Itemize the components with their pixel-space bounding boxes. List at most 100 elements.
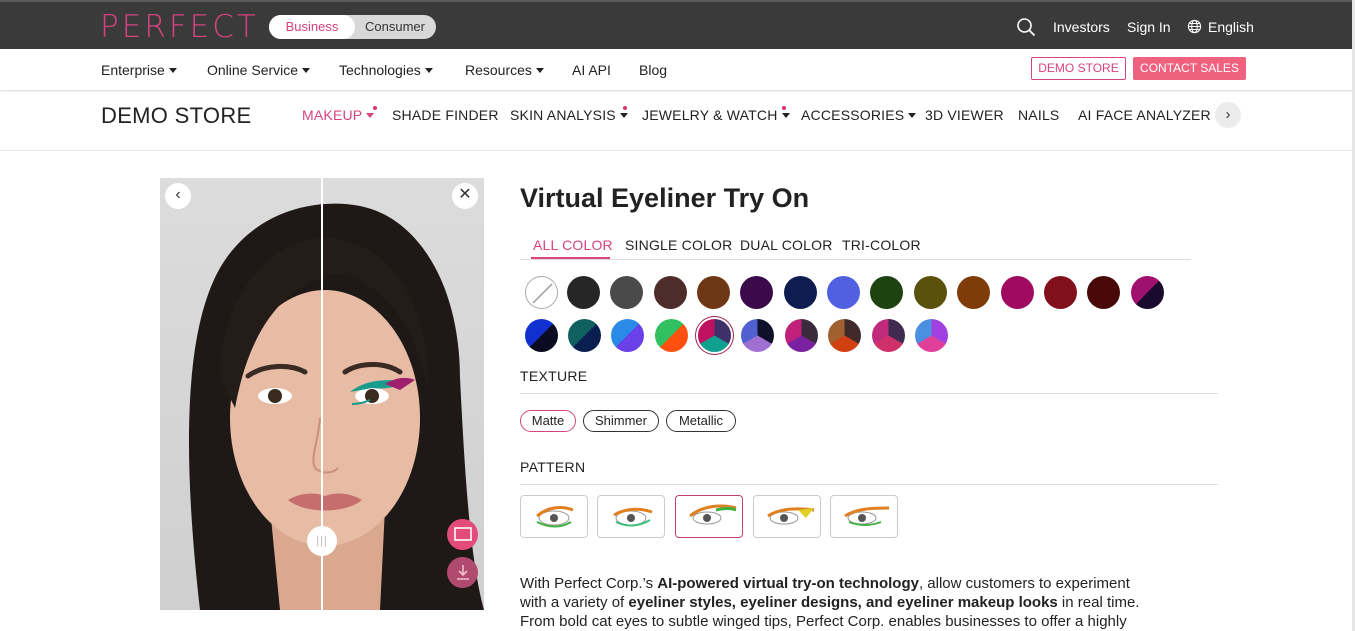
texture-matte[interactable]: Matte (520, 410, 576, 432)
tri-color-swatch[interactable] (828, 319, 861, 352)
tab-makeup[interactable]: MAKEUP (302, 107, 375, 123)
color-swatch[interactable] (740, 276, 773, 309)
back-button[interactable]: ‹ (165, 183, 191, 209)
color-swatch[interactable] (1044, 276, 1077, 309)
nav-blog[interactable]: Blog (639, 62, 667, 78)
nav-enterprise-label: Enterprise (101, 62, 165, 78)
nav-online-service-label: Online Service (207, 62, 299, 78)
tab-tri-color[interactable]: TRI-COLOR (842, 237, 921, 253)
dual-color-swatch[interactable] (611, 319, 644, 352)
close-button[interactable]: ✕ (452, 183, 478, 209)
color-swatch[interactable] (1001, 276, 1034, 309)
texture-shimmer[interactable]: Shimmer (583, 410, 659, 432)
desc-bold: AI-powered virtual try-on technology (657, 575, 919, 592)
rectangle-icon (453, 526, 472, 541)
tri-color-swatch[interactable] (785, 319, 818, 352)
eyeliner-pattern-icon (536, 506, 574, 528)
chevron-down-icon (781, 113, 790, 118)
tab-skin-analysis-label: SKIN ANALYSIS (510, 107, 616, 123)
dual-color-swatch[interactable] (525, 319, 558, 352)
demo-store-bar: DEMO STORE MAKEUP SHADE FINDER SKIN ANAL… (0, 92, 1355, 151)
nav-technologies[interactable]: Technologies (339, 62, 433, 78)
tab-makeup-label: MAKEUP (302, 107, 363, 123)
color-swatch[interactable] (654, 276, 687, 309)
nav-ai-api[interactable]: AI API (572, 62, 611, 78)
pattern-option[interactable] (597, 495, 665, 538)
investors-link[interactable]: Investors (1053, 2, 1110, 51)
page-title: Virtual Eyeliner Try On (520, 183, 810, 213)
color-swatch[interactable] (567, 276, 600, 309)
tab-all-color[interactable]: ALL COLOR (533, 237, 613, 253)
active-tab-underline (531, 257, 610, 259)
tab-skin-analysis[interactable]: SKIN ANALYSIS (510, 107, 628, 123)
tab-shade-finder[interactable]: SHADE FINDER (392, 107, 499, 123)
color-swatch[interactable] (914, 276, 947, 309)
no-color-icon (532, 283, 553, 304)
tab-jewelry-watch-label: JEWELRY & WATCH (642, 107, 778, 123)
color-swatch[interactable] (870, 276, 903, 309)
compare-slider-handle[interactable]: ||| (307, 526, 337, 556)
tab-single-color[interactable]: SINGLE COLOR (625, 237, 732, 253)
tab-accessories[interactable]: ACCESSORIES (801, 107, 917, 123)
tri-color-swatch-selected[interactable] (698, 319, 731, 352)
nav-technologies-label: Technologies (339, 62, 421, 78)
eyeliner-pattern-icon (767, 507, 815, 525)
compare-view-button[interactable] (447, 519, 478, 550)
chevron-down-icon (302, 68, 311, 73)
desc-text: From bold cat eyes to subtle winged tips… (520, 613, 1127, 630)
chevron-left-icon: ‹ (175, 186, 181, 203)
toggle-consumer[interactable]: Consumer (355, 15, 435, 39)
download-button[interactable] (447, 557, 478, 588)
tab-3d-viewer[interactable]: 3D VIEWER (925, 107, 1004, 123)
nav-enterprise[interactable]: Enterprise (101, 62, 177, 78)
chevron-down-icon (366, 113, 375, 118)
color-swatch[interactable] (957, 276, 990, 309)
dual-color-swatch[interactable] (1131, 276, 1164, 309)
eyeliner-pattern-icon (844, 506, 890, 526)
try-on-photo[interactable]: ‹ ✕ ||| (160, 178, 484, 610)
tri-color-swatch[interactable] (872, 319, 905, 352)
color-swatch[interactable] (1087, 276, 1120, 309)
pattern-option[interactable] (830, 495, 898, 538)
tri-color-swatch[interactable] (741, 319, 774, 352)
grip-icon: ||| (316, 535, 328, 547)
tri-color-swatch[interactable] (915, 319, 948, 352)
desc-text: in real time. (1057, 594, 1140, 611)
search-icon[interactable] (1016, 17, 1036, 37)
nav-online-service[interactable]: Online Service (207, 62, 311, 78)
product-description: With Perfect Corp.’s AI-powered virtual … (520, 574, 1200, 631)
tab-dual-color[interactable]: DUAL COLOR (740, 237, 833, 253)
color-swatch[interactable] (784, 276, 817, 309)
tab-accessories-label: ACCESSORIES (801, 107, 905, 123)
texture-metallic[interactable]: Metallic (666, 410, 736, 432)
new-dot (623, 106, 627, 110)
tab-ai-face-analyzer[interactable]: AI FACE ANALYZER (1078, 107, 1211, 123)
download-icon (456, 564, 469, 580)
pattern-option-selected[interactable] (675, 495, 743, 538)
language-selector[interactable]: English (1187, 2, 1254, 51)
brand-logo[interactable]: PERFECT (100, 9, 259, 45)
business-consumer-toggle[interactable]: Business Consumer (269, 15, 436, 39)
divider (520, 393, 1218, 394)
new-dot (782, 106, 786, 110)
tab-nails[interactable]: NAILS (1018, 107, 1059, 123)
toggle-business[interactable]: Business (269, 15, 355, 39)
dual-color-swatch[interactable] (568, 319, 601, 352)
sign-in-link[interactable]: Sign In (1127, 2, 1171, 51)
chevron-down-icon (168, 68, 177, 73)
color-swatch[interactable] (697, 276, 730, 309)
nav-resources[interactable]: Resources (465, 62, 544, 78)
globe-icon (1187, 19, 1202, 34)
pattern-option[interactable] (753, 495, 821, 538)
color-swatch[interactable] (827, 276, 860, 309)
demo-store-button[interactable]: DEMO STORE (1031, 57, 1126, 80)
swatch-none[interactable] (525, 276, 558, 309)
contact-sales-button[interactable]: CONTACT SALES (1133, 57, 1246, 80)
scroll-right-button[interactable]: › (1215, 102, 1241, 128)
dual-color-swatch[interactable] (655, 319, 688, 352)
color-swatch[interactable] (610, 276, 643, 309)
tab-jewelry-watch[interactable]: JEWELRY & WATCH (642, 107, 790, 123)
pattern-option[interactable] (520, 495, 588, 538)
language-label: English (1208, 18, 1254, 35)
desc-bold: eyeliner styles, eyeliner designs, and e… (628, 594, 1058, 611)
